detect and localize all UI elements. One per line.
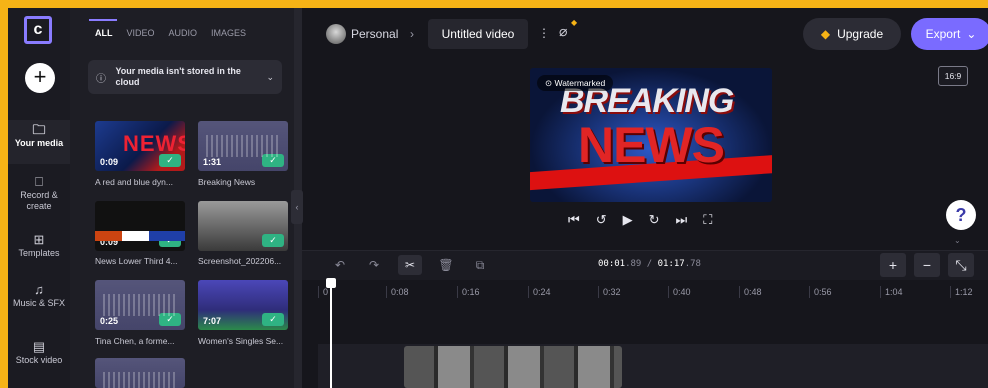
- ruler-tick: 1:04: [880, 286, 903, 298]
- media-thumbnail[interactable]: ✓: [198, 201, 288, 251]
- upgrade-button[interactable]: ◆ Upgrade: [803, 18, 901, 50]
- media-thumbnail[interactable]: [95, 358, 185, 388]
- redo-icon[interactable]: ↷: [362, 255, 386, 275]
- play-icon[interactable]: ▶: [623, 212, 633, 228]
- media-thumbnail[interactable]: 0:09 ✓: [95, 121, 185, 171]
- tab-images[interactable]: IMAGES: [211, 28, 246, 38]
- undo-icon[interactable]: ↶: [328, 255, 352, 275]
- cloud-off-icon[interactable]: ⌀ ◆: [559, 18, 577, 40]
- skip-back-icon[interactable]: ⏮: [568, 212, 580, 228]
- info-icon: ⓘ: [96, 73, 106, 85]
- chevron-down-icon[interactable]: ⌄: [954, 236, 961, 245]
- tab-video[interactable]: VIDEO: [127, 28, 155, 38]
- ruler-tick: 0:56: [809, 286, 832, 298]
- workspace-name[interactable]: Personal: [351, 27, 398, 41]
- help-button[interactable]: ?: [946, 200, 976, 230]
- music-note-icon: ♫: [34, 282, 44, 297]
- breadcrumb-separator: ›: [410, 27, 414, 41]
- chevron-down-icon: ⌄: [966, 27, 977, 41]
- ruler-tick: 1:12: [950, 286, 973, 298]
- check-icon: ✓: [159, 234, 181, 247]
- media-caption: Women's Singles Se...: [198, 336, 284, 346]
- rail-item-your-media[interactable]: 🗀 Your media: [8, 120, 70, 164]
- chevron-down-icon: ⌄: [266, 71, 274, 82]
- folder-icon: 🗀: [32, 122, 46, 137]
- avatar[interactable]: [326, 24, 346, 44]
- cloud-storage-notice[interactable]: ⓘ Your media isn't stored in the cloud ⌄: [88, 60, 282, 94]
- templates-icon: ⊞: [33, 232, 45, 247]
- check-icon: ✓: [262, 313, 284, 326]
- split-scissors-icon[interactable]: ✂: [398, 255, 422, 275]
- video-title-field[interactable]: Untitled video: [428, 19, 528, 49]
- rewind-5-icon[interactable]: ↺: [596, 212, 607, 228]
- ruler-tick: 0:08: [386, 286, 409, 298]
- tab-audio[interactable]: AUDIO: [169, 28, 198, 38]
- notice-text: Your media isn't stored in the cloud: [115, 66, 241, 87]
- playhead[interactable]: [326, 278, 336, 388]
- media-caption: Screenshot_202206...: [198, 256, 282, 266]
- preview-title-line2: NEWS: [578, 117, 725, 173]
- diamond-icon: ◆: [820, 27, 831, 41]
- tab-all[interactable]: ALL: [89, 19, 117, 38]
- left-rail: c + 🗀 Your media ⎕ Record & create ⊞ Tem…: [8, 8, 70, 388]
- clipchamp-logo[interactable]: c: [24, 16, 52, 44]
- top-bar: Personal › Untitled video ⋮ ⌀ ◆ ◆ Upgrade…: [302, 8, 988, 60]
- media-thumbnail[interactable]: 0:25 ✓: [95, 280, 185, 330]
- rail-item-record-create[interactable]: ⎕ Record & create: [8, 174, 70, 212]
- aspect-ratio-button[interactable]: 16:9: [938, 66, 968, 86]
- skip-forward-icon[interactable]: ⏭: [676, 212, 688, 228]
- media-caption: News Lower Third 4...: [95, 256, 178, 266]
- watermark-badge: ⊙ Watermarked: [537, 75, 614, 91]
- fullscreen-icon[interactable]: ⛶: [703, 212, 712, 228]
- ruler-tick: 0:16: [457, 286, 480, 298]
- media-caption: Tina Chen, a forme...: [95, 336, 175, 346]
- timecode-display: 00:01.89 / 01:17.78: [598, 259, 701, 269]
- zoom-in-button[interactable]: +: [880, 253, 906, 277]
- ruler-tick: 0:48: [739, 286, 762, 298]
- playback-controls: ⏮ ↺ ▶ ↻ ⏭ ⛶: [568, 212, 712, 228]
- media-caption: A red and blue dyn...: [95, 177, 173, 187]
- timeline-clip[interactable]: [404, 346, 622, 388]
- video-preview[interactable]: BREAKING NEWS ⊙ Watermarked: [530, 68, 772, 202]
- export-button[interactable]: Export ⌄: [911, 18, 988, 50]
- media-thumbnail[interactable]: 0:09 ✓: [95, 201, 185, 251]
- zoom-out-button[interactable]: −: [914, 253, 940, 277]
- fit-timeline-button[interactable]: ⤡: [948, 253, 974, 277]
- check-icon: ✓: [262, 234, 284, 247]
- media-tabs: ALL VIDEO AUDIO IMAGES: [89, 19, 246, 38]
- more-options-icon[interactable]: ⋮: [538, 26, 550, 40]
- media-thumbnail[interactable]: 1:31 ✓: [198, 121, 288, 171]
- check-icon: ✓: [159, 313, 181, 326]
- watermark-icon: ⊙: [545, 78, 553, 88]
- ruler-tick: 0:32: [598, 286, 621, 298]
- media-thumbnail[interactable]: 7:07 ✓: [198, 280, 288, 330]
- check-icon: ✓: [159, 154, 181, 167]
- collapse-panel-button[interactable]: ‹: [291, 190, 303, 224]
- duplicate-icon[interactable]: ⧉: [468, 255, 492, 275]
- stock-video-icon: ▤: [32, 339, 46, 354]
- ruler-tick: 0:24: [528, 286, 551, 298]
- add-media-button[interactable]: +: [25, 63, 55, 93]
- ruler-tick: 0:40: [668, 286, 691, 298]
- delete-icon[interactable]: 🗑: [434, 255, 458, 275]
- rail-item-stock-video[interactable]: ▤ Stock video: [8, 339, 70, 366]
- media-caption: Breaking News: [198, 177, 256, 187]
- premium-dot-icon: ◆: [571, 18, 578, 27]
- rail-item-music-sfx[interactable]: ♫ Music & SFX: [8, 282, 70, 309]
- video-camera-icon: ⎕: [35, 174, 43, 189]
- forward-5-icon[interactable]: ↻: [649, 212, 660, 228]
- rail-item-templates[interactable]: ⊞ Templates: [8, 232, 70, 259]
- check-icon: ✓: [262, 154, 284, 167]
- media-panel: ALL VIDEO AUDIO IMAGES ⓘ Your media isn'…: [70, 8, 294, 388]
